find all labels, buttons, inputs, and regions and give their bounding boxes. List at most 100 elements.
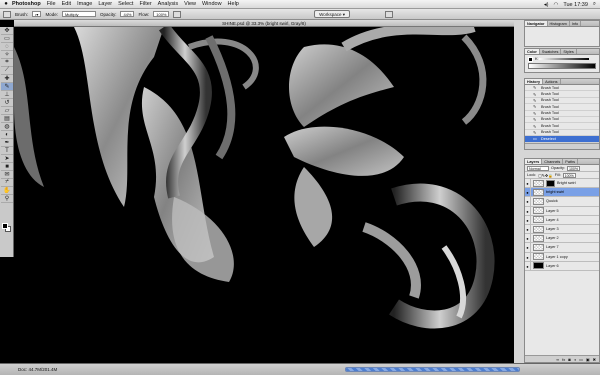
brush-icon: ✎ xyxy=(533,123,537,129)
layer-row[interactable]: ● Quuick xyxy=(525,197,599,207)
layer-row[interactable]: ● Bright swirl xyxy=(525,179,599,189)
menu-edit[interactable]: Edit xyxy=(62,1,71,7)
clock[interactable]: Tue 17:39 xyxy=(563,2,588,8)
menu-view[interactable]: View xyxy=(184,1,196,7)
document-title[interactable]: SHINE.psd @ 33.3% (bright swirl, Gray/8) xyxy=(14,20,514,27)
layer-row-selected[interactable]: ● bright swirl xyxy=(525,188,599,198)
layer-opacity-field[interactable]: 100% xyxy=(566,165,581,171)
flow-field[interactable]: 100% xyxy=(153,11,170,17)
adjustment-icon[interactable]: ◑ xyxy=(574,357,576,362)
palette-well-icon[interactable] xyxy=(385,10,394,18)
crop-icon[interactable]: ⌗ xyxy=(1,59,13,67)
document-canvas[interactable] xyxy=(14,27,514,363)
eye-icon[interactable]: ● xyxy=(525,197,531,206)
magic-wand-icon[interactable]: ✧ xyxy=(1,51,13,59)
menu-analysis[interactable]: Analysis xyxy=(158,1,178,7)
tab-color[interactable]: Color xyxy=(525,49,540,54)
eye-icon[interactable]: ● xyxy=(525,224,531,234)
tab-navigator[interactable]: Navigator xyxy=(525,21,548,26)
foreground-color-swatch[interactable] xyxy=(2,223,8,229)
tab-info[interactable]: Info xyxy=(570,21,582,26)
eye-icon[interactable]: ● xyxy=(525,261,531,270)
eye-icon[interactable]: ● xyxy=(525,215,531,224)
blend-mode-select[interactable]: Normal xyxy=(527,165,549,171)
notes-icon[interactable]: ✉ xyxy=(1,171,13,179)
eraser-icon[interactable]: ▱ xyxy=(1,107,13,115)
shape-icon[interactable]: ■ xyxy=(1,163,13,171)
menu-select[interactable]: Select xyxy=(118,1,133,7)
healing-icon[interactable]: ✚ xyxy=(1,75,13,83)
dodge-icon[interactable]: ◐ xyxy=(1,131,13,139)
wifi-icon[interactable]: ◠ xyxy=(554,2,559,8)
volume-icon[interactable]: ◂) xyxy=(544,2,549,8)
mask-icon[interactable]: ◙ xyxy=(568,357,570,362)
apple-menu-icon[interactable]: ● xyxy=(0,1,12,7)
menu-window[interactable]: Window xyxy=(202,1,222,7)
brush-icon[interactable]: ✎ xyxy=(1,83,13,91)
opacity-field[interactable]: 44% xyxy=(120,11,135,17)
status-bar: Doc: 44.7M/201.4M xyxy=(0,363,600,375)
layer-row[interactable]: ● Layer 5 xyxy=(525,206,599,216)
tab-swatches[interactable]: Swatches xyxy=(540,49,562,54)
menu-file[interactable]: File xyxy=(47,1,56,7)
color-ramp[interactable] xyxy=(528,63,596,69)
app-menu[interactable]: Photoshop xyxy=(12,1,41,7)
zoom-icon[interactable]: ⚲ xyxy=(1,195,13,203)
tab-channels[interactable]: Channels xyxy=(542,159,564,164)
layers-footer: ∞ fx ◙ ◑ ▭ ▣ ✖ xyxy=(525,355,599,362)
eye-icon[interactable]: ● xyxy=(525,206,531,215)
tab-layers[interactable]: Layers xyxy=(525,159,543,164)
lock-icon[interactable]: ▢✎✥🔒 xyxy=(538,173,553,178)
tab-actions[interactable]: Actions xyxy=(543,79,561,84)
fx-icon[interactable]: fx xyxy=(562,357,565,362)
tab-styles[interactable]: Styles xyxy=(561,49,577,54)
history-brush-icon[interactable]: ↺ xyxy=(1,99,13,107)
tab-history[interactable]: History xyxy=(525,79,544,84)
color-slider[interactable] xyxy=(539,58,589,60)
menu-help[interactable]: Help xyxy=(228,1,239,7)
blur-icon[interactable]: ◍ xyxy=(1,123,13,131)
layer-row[interactable]: ● Layer 1 copy xyxy=(525,252,599,262)
layer-thumbnail xyxy=(533,179,544,187)
eye-icon[interactable]: ● xyxy=(525,252,531,261)
layer-row[interactable]: ● Layer 2 xyxy=(525,234,599,244)
menu-filter[interactable]: Filter xyxy=(139,1,151,7)
new-layer-icon[interactable]: ▣ xyxy=(586,357,590,362)
eyedropper-icon[interactable]: ⌿ xyxy=(1,179,13,187)
brush-picker[interactable]: •▾ xyxy=(32,11,42,17)
trash-icon[interactable]: ✖ xyxy=(593,357,596,362)
eye-icon[interactable]: ● xyxy=(525,243,531,252)
layer-row[interactable]: ● Layer 6 xyxy=(525,261,599,271)
eye-icon[interactable]: ● xyxy=(525,179,531,188)
document-size-status[interactable]: Doc: 44.7M/201.4M xyxy=(18,367,57,372)
marquee-icon[interactable]: ▭ xyxy=(1,35,13,43)
tool-preset-icon[interactable] xyxy=(3,10,11,18)
menu-image[interactable]: Image xyxy=(77,1,92,7)
folder-icon[interactable]: ▭ xyxy=(579,357,583,362)
eye-icon[interactable]: ● xyxy=(525,234,531,243)
spotlight-icon[interactable]: ⌕ xyxy=(593,1,596,8)
slice-icon[interactable]: ⟋ xyxy=(1,67,13,75)
layer-row[interactable]: ● Layer 7 xyxy=(525,243,599,253)
fill-field[interactable]: 100% xyxy=(562,172,576,178)
layer-row[interactable]: ● Layer 4 xyxy=(525,215,599,225)
layer-row[interactable]: ● Layer 3 xyxy=(525,224,599,235)
layer-mask-thumbnail[interactable] xyxy=(546,179,555,187)
tab-paths[interactable]: Paths xyxy=(563,159,579,164)
gradient-icon[interactable]: ▤ xyxy=(1,115,13,123)
mode-select[interactable]: Multiply xyxy=(61,11,96,17)
lasso-icon[interactable]: ◌ xyxy=(1,43,13,51)
eye-icon[interactable]: ● xyxy=(525,188,531,197)
workspace-button[interactable]: Workspace ▾ xyxy=(314,10,350,18)
hand-icon[interactable]: ✋ xyxy=(1,187,13,195)
move-icon[interactable]: ✥ xyxy=(1,27,13,35)
menu-layer[interactable]: Layer xyxy=(98,1,112,7)
tab-histogram[interactable]: Histogram xyxy=(548,21,570,26)
type-icon[interactable]: T xyxy=(1,147,13,155)
pen-icon[interactable]: ✒ xyxy=(1,139,13,147)
stamp-icon[interactable]: ⊥ xyxy=(1,91,13,99)
path-select-icon[interactable]: ➤ xyxy=(1,155,13,163)
airbrush-icon[interactable] xyxy=(173,10,182,18)
link-icon[interactable]: ∞ xyxy=(556,357,559,362)
color-swatch[interactable] xyxy=(528,57,533,62)
